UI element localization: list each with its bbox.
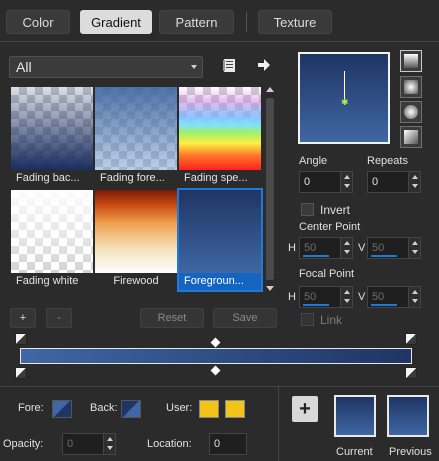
thumb-label: Fading spe... — [179, 170, 261, 187]
current-swatch[interactable] — [334, 395, 376, 437]
tab-texture[interactable]: Texture — [258, 10, 332, 34]
scroll-down-icon[interactable] — [266, 286, 274, 291]
gradient-thumb[interactable]: Firewood — [95, 190, 177, 290]
tab-color[interactable]: Color — [6, 10, 70, 34]
center-v-label: V — [358, 242, 366, 254]
focal-v-value: 50 — [372, 291, 385, 303]
fore-label: Fore: — [18, 402, 44, 414]
gradient-thumb[interactable]: Fading white — [11, 190, 93, 290]
center-v-value: 50 — [372, 242, 385, 254]
add-gradient-button[interactable]: + — [10, 308, 36, 328]
repeats-stepper[interactable]: 0 — [367, 171, 421, 193]
user-swatch[interactable] — [199, 400, 219, 418]
repeats-value: 0 — [372, 176, 379, 188]
thumb-label: Fading white — [11, 273, 93, 290]
center-v-stepper[interactable]: 50 — [367, 237, 421, 259]
location-value: 0 — [214, 438, 221, 450]
category-value: All — [16, 59, 32, 75]
current-label: Current — [336, 446, 373, 458]
thumb-image — [95, 87, 177, 170]
arrow-right-icon[interactable] — [256, 57, 272, 73]
tab-separator — [246, 12, 247, 32]
user-color-swatch[interactable] — [225, 400, 245, 418]
tab-gradient[interactable]: Gradient — [80, 10, 152, 34]
divider — [0, 386, 439, 387]
thumb-image — [179, 87, 261, 170]
focal-h-stepper[interactable]: 50 — [299, 286, 353, 308]
midpoint-diamond-icon[interactable] — [210, 337, 221, 348]
thumb-image — [95, 190, 177, 273]
rectangular-style-icon[interactable] — [400, 76, 422, 98]
category-select[interactable]: All — [9, 56, 203, 78]
divider — [0, 41, 439, 42]
sunburst-style-icon[interactable] — [400, 101, 422, 123]
fore-swatch[interactable] — [52, 400, 72, 418]
gradient-thumb[interactable]: Fading spe... — [179, 87, 261, 187]
save-button[interactable]: Save — [213, 308, 277, 328]
previous-label: Previous — [389, 446, 432, 458]
color-stop-icon[interactable] — [405, 333, 417, 345]
angle-label: Angle — [299, 155, 328, 167]
thumb-image — [179, 190, 261, 273]
center-handle-icon[interactable]: ✱ — [341, 98, 349, 107]
library-icon[interactable] — [222, 58, 238, 74]
center-point-label: Center Point — [299, 221, 361, 233]
divider — [278, 386, 279, 461]
opacity-stop-icon[interactable] — [405, 367, 417, 379]
opacity-label: Opacity: — [3, 438, 44, 450]
thumb-label: Fading bac... — [11, 170, 93, 187]
focal-h-label: H — [288, 291, 296, 303]
thumb-image — [11, 87, 93, 170]
focal-v-label: V — [358, 291, 366, 303]
angle-value: 0 — [304, 176, 311, 188]
reset-button[interactable]: Reset — [140, 308, 204, 328]
back-label: Back: — [90, 402, 118, 414]
gradient-thumb-selected[interactable]: Foregroun... — [177, 188, 263, 292]
focal-h-value: 50 — [304, 291, 317, 303]
chevron-down-icon — [191, 65, 197, 69]
link-label: Link — [320, 313, 343, 327]
remove-gradient-button[interactable]: - — [46, 308, 72, 328]
user-label: User: — [166, 402, 193, 414]
opacity-stop-icon[interactable] — [15, 367, 27, 379]
thumb-label: Firewood — [95, 273, 177, 290]
location-field[interactable]: 0 — [209, 433, 247, 455]
invert-checkbox[interactable] — [301, 203, 314, 216]
opacity-value: 0 — [67, 438, 74, 450]
center-h-value: 50 — [304, 242, 317, 254]
midpoint-diamond-icon[interactable] — [210, 365, 221, 376]
color-stop-icon[interactable] — [15, 333, 27, 345]
center-h-label: H — [288, 242, 296, 254]
gradient-thumb[interactable]: Fading bac... — [11, 87, 93, 187]
thumb-label: Foregroun... — [179, 273, 261, 290]
scrollbar-thumb[interactable] — [266, 98, 274, 280]
angle-stepper[interactable]: 0 — [299, 171, 353, 193]
thumb-label: Fading fore... — [95, 170, 177, 187]
linear-style-icon[interactable] — [400, 50, 422, 72]
previous-swatch[interactable] — [387, 395, 429, 437]
location-label: Location: — [147, 438, 192, 450]
gradient-thumb[interactable]: Fading fore... — [95, 87, 177, 187]
gradient-editor-bar[interactable] — [20, 348, 412, 364]
focal-v-stepper[interactable]: 50 — [367, 286, 421, 308]
gradient-preview[interactable]: ✱ — [298, 52, 390, 144]
link-checkbox[interactable] — [301, 313, 314, 326]
add-to-library-button[interactable]: + — [292, 396, 318, 422]
thumb-image — [11, 190, 93, 273]
back-swatch[interactable] — [121, 400, 141, 418]
center-h-stepper[interactable]: 50 — [299, 237, 353, 259]
repeats-label: Repeats — [367, 155, 408, 167]
focal-point-label: Focal Point — [299, 268, 355, 280]
scroll-up-icon[interactable] — [266, 87, 274, 92]
tab-pattern[interactable]: Pattern — [159, 10, 234, 34]
radial-style-icon[interactable] — [400, 126, 422, 148]
opacity-stepper[interactable]: 0 — [62, 433, 116, 455]
invert-label: Invert — [320, 203, 351, 217]
